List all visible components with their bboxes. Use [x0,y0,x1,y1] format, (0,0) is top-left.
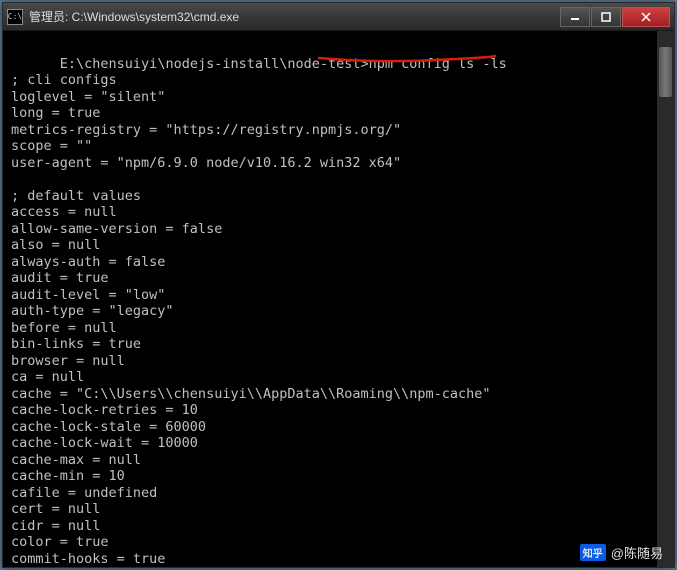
minimize-button[interactable] [560,7,590,27]
prompt: E:\chensuiyi\nodejs-install\node-test> [60,56,369,72]
watermark-author: @陈随易 [611,543,663,562]
close-icon [641,12,651,22]
zhihu-logo-icon: 知乎 [580,544,606,561]
cmd-icon: C:\ [7,9,23,25]
cmd-window: C:\ 管理员: C:\Windows\system32\cmd.exe E:\… [2,2,675,568]
scrollbar[interactable] [657,31,674,567]
terminal-output: E:\chensuiyi\nodejs-install\node-test>np… [11,39,668,567]
output-lines: ; cli configs loglevel = "silent" long =… [11,72,491,567]
titlebar[interactable]: C:\ 管理员: C:\Windows\system32\cmd.exe [3,3,674,31]
terminal-area[interactable]: E:\chensuiyi\nodejs-install\node-test>np… [3,31,674,567]
command: npm config ls -ls [369,56,507,72]
maximize-button[interactable] [591,7,621,27]
watermark: 知乎 @陈随易 [580,543,663,562]
maximize-icon [601,12,611,22]
window-controls [560,7,670,27]
scrollbar-thumb[interactable] [659,47,672,97]
close-button[interactable] [622,7,670,27]
minimize-icon [570,12,580,22]
window-title: 管理员: C:\Windows\system32\cmd.exe [29,8,560,25]
